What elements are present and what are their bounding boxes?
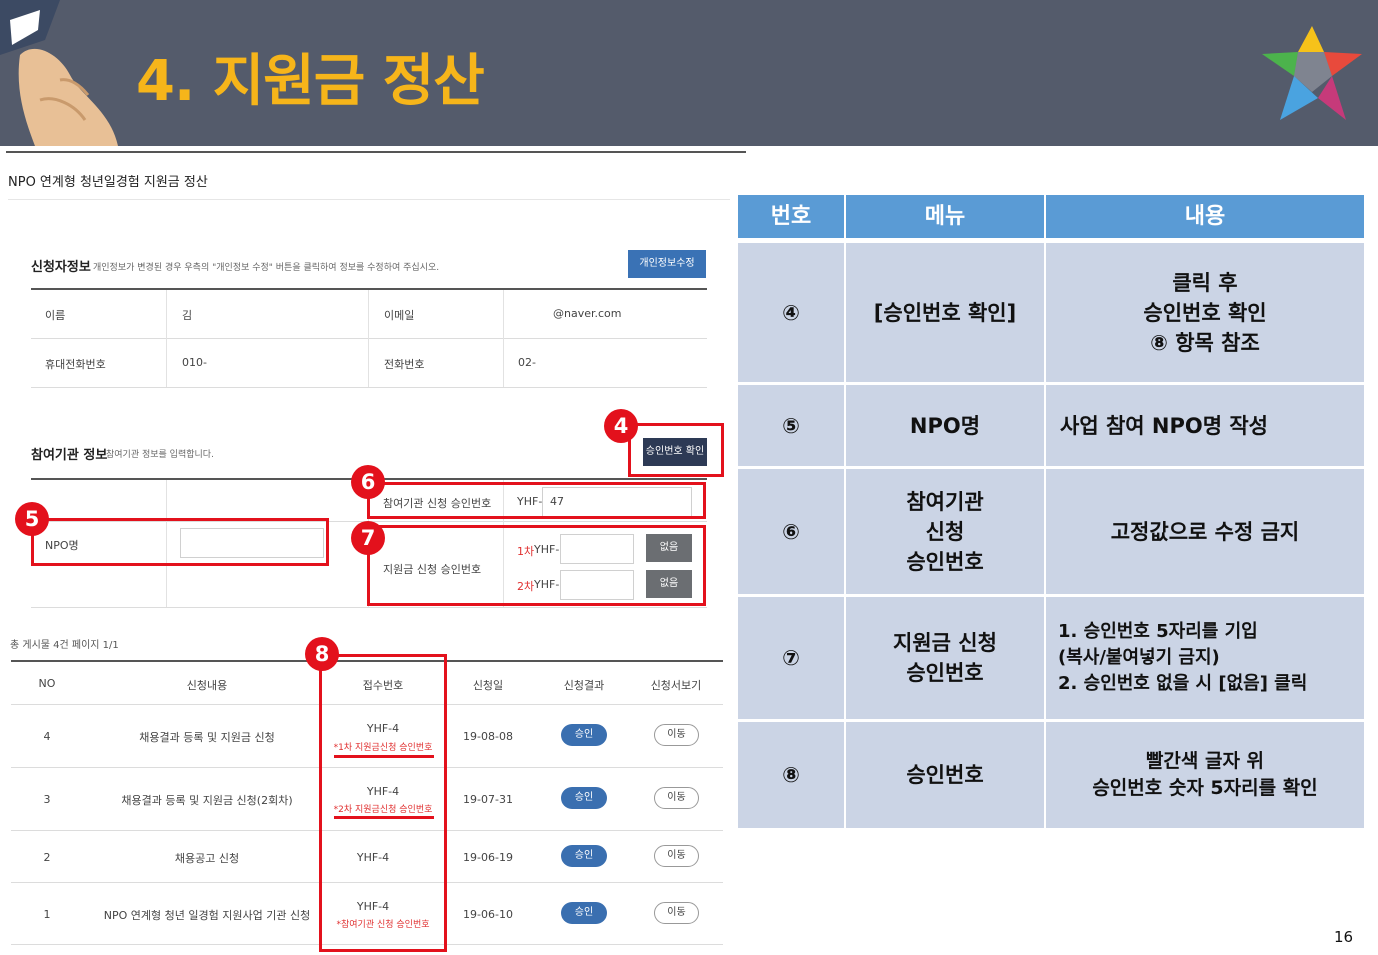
col-divider	[368, 290, 369, 387]
guide-menu: 지원금 신청 승인번호	[893, 631, 997, 685]
marker-5: 5	[15, 502, 49, 536]
guide-menu-cell: [승인번호 확인]	[846, 243, 1044, 382]
col-divider	[503, 290, 504, 387]
marker-8: 8	[305, 637, 339, 671]
view-button[interactable]: 이동	[654, 787, 699, 809]
guide-menu: 승인번호	[906, 763, 984, 787]
star-logo-icon	[1262, 26, 1362, 120]
guide-num-cell: ⑥	[738, 469, 844, 594]
guide-num: ⑦	[782, 646, 800, 670]
guide-num: ⑤	[782, 413, 800, 438]
guide-content: 클릭 후 승인번호 확인 ⑧ 항목 참조	[1143, 270, 1267, 355]
list-summary: 총 게시물 4건 페이지 1/1	[10, 640, 119, 651]
guide-num-cell: ⑤	[738, 385, 844, 466]
guide-header-content: 내용	[1046, 195, 1364, 238]
hand-illustration	[0, 0, 119, 146]
guide-menu-cell: 지원금 신청 승인번호	[846, 597, 1044, 719]
callout-box-6	[367, 482, 706, 519]
row-content: 채용결과 등록 및 지원금 신청(2회차)	[121, 794, 293, 807]
marker-7: 7	[351, 521, 385, 555]
row-no: 2	[43, 851, 51, 864]
guide-menu: NPO명	[909, 413, 981, 438]
row-content: 채용공고 신청	[174, 852, 240, 865]
row-date: 19-07-31	[463, 793, 513, 806]
callout-box-4	[628, 423, 724, 477]
marker-6: 6	[351, 465, 385, 499]
heading-divider	[8, 199, 730, 200]
callout-box-5	[31, 518, 329, 566]
marker-4: 4	[604, 409, 638, 443]
guide-num-cell: ④	[738, 243, 844, 382]
row-no: 3	[43, 793, 51, 806]
guide-menu-cell: NPO명	[846, 385, 1044, 466]
org-section-note: 참여기관 정보를 입력합니다.	[106, 450, 214, 460]
approved-badge: 승인	[561, 787, 607, 809]
view-button[interactable]: 이동	[654, 845, 699, 867]
applicant-table-bottom	[31, 387, 707, 388]
col-header-view: 신청서보기	[650, 679, 702, 692]
row-date: 19-08-08	[463, 730, 513, 743]
phone-label: 전화번호	[384, 358, 425, 371]
guide-content: 1. 승인번호 5자리를 기입 (복사/붙여넣기 금지) 2. 승인번호 없을 …	[1058, 621, 1308, 694]
col-header-no: NO	[38, 677, 56, 690]
guide-content-cell: 고정값으로 수정 금지	[1046, 469, 1364, 594]
guide-num-cell: ⑦	[738, 597, 844, 719]
approved-badge: 승인	[561, 902, 607, 924]
guide-num: ⑧	[782, 763, 800, 787]
guide-content-cell: 1. 승인번호 5자리를 기입 (복사/붙여넣기 금지) 2. 승인번호 없을 …	[1046, 597, 1364, 719]
guide-menu: 참여기관 신청 승인번호	[906, 489, 984, 574]
applicant-table-top	[31, 288, 707, 290]
guide-num-cell: ⑧	[738, 722, 844, 828]
callout-box-7	[367, 525, 706, 606]
guide-content-cell: 사업 참여 NPO명 작성	[1046, 385, 1364, 466]
email-label: 이메일	[384, 309, 415, 322]
page-number: 16	[1334, 928, 1354, 946]
view-button[interactable]: 이동	[654, 902, 699, 924]
view-button[interactable]: 이동	[654, 724, 699, 746]
col-header-content: 신청내용	[186, 679, 228, 692]
row-date: 19-06-19	[463, 851, 513, 864]
col-header-result: 신청결과	[563, 679, 605, 692]
applicant-section-note: 개인정보가 변경된 경우 우측의 "개인정보 수정" 버튼을 클릭하여 정보를 …	[93, 263, 440, 273]
guide-content-cell: 빨간색 글자 위 승인번호 숫자 5자리를 확인	[1046, 722, 1364, 828]
guide-content: 빨간색 글자 위 승인번호 숫자 5자리를 확인	[1092, 750, 1318, 799]
guide-content-cell: 클릭 후 승인번호 확인 ⑧ 항목 참조	[1046, 243, 1364, 382]
applicant-section-title: 신청자정보	[31, 260, 91, 275]
page-heading: NPO 연계형 청년일경험 지원금 정산	[8, 175, 208, 190]
guide-content: 고정값으로 수정 금지	[1110, 519, 1300, 544]
applicant-row-divider	[31, 338, 707, 339]
name-label: 이름	[45, 309, 66, 322]
mobile-label: 휴대전화번호	[45, 358, 106, 371]
guide-menu-cell: 참여기관 신청 승인번호	[846, 469, 1044, 594]
guide-num: ④	[782, 300, 800, 325]
guide-num: ⑥	[782, 519, 800, 544]
guide-header-menu: 메뉴	[846, 195, 1044, 238]
approved-badge: 승인	[561, 724, 607, 746]
col-divider	[166, 290, 167, 387]
org-table-bottom	[31, 607, 707, 608]
guide-header-num: 번호	[738, 195, 844, 238]
phone-value: 02-	[518, 356, 536, 369]
name-value: 김	[182, 309, 193, 322]
mobile-value: 010-	[182, 356, 207, 369]
row-no: 4	[43, 730, 51, 743]
callout-box-8	[319, 654, 447, 952]
slide-header: 4. 지원금 정산	[0, 0, 1378, 146]
slide-title: 4. 지원금 정산	[136, 49, 485, 114]
edit-profile-button[interactable]: 개인정보수정	[628, 250, 706, 278]
row-no: 1	[43, 908, 51, 921]
row-date: 19-06-10	[463, 908, 513, 921]
approved-badge: 승인	[561, 845, 607, 867]
top-divider	[6, 151, 746, 153]
guide-content: 사업 참여 NPO명 작성	[1060, 413, 1268, 438]
email-value: @naver.com	[553, 307, 622, 320]
guide-menu-cell: 승인번호	[846, 722, 1044, 828]
org-section-title: 참여기관 정보	[31, 448, 108, 463]
col-header-date: 신청일	[472, 679, 504, 692]
row-content: NPO 연계형 청년 일경험 지원사업 기관 신청	[103, 909, 311, 922]
row-content: 채용결과 등록 및 지원금 신청	[139, 731, 275, 744]
guide-menu: [승인번호 확인]	[873, 300, 1017, 325]
